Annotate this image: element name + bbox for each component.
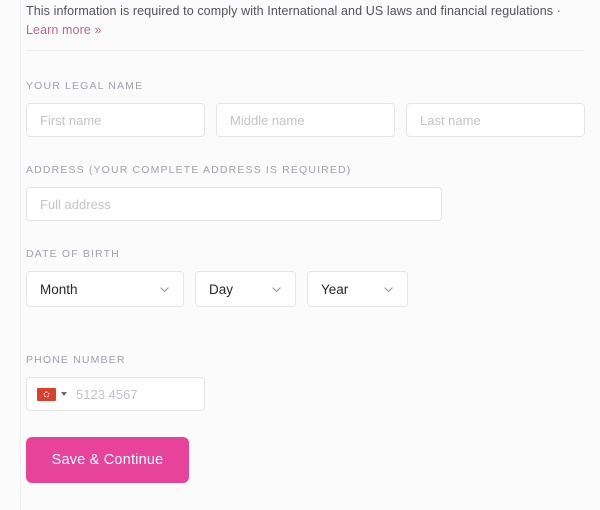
legal-name-label: YOUR LEGAL NAME — [26, 79, 584, 93]
address-label: ADDRESS (YOUR COMPLETE ADDRESS IS REQUIR… — [26, 163, 584, 177]
full-address-input[interactable] — [26, 187, 442, 221]
day-select[interactable]: Day — [195, 271, 296, 307]
country-code-selector[interactable] — [37, 388, 67, 401]
address-section: ADDRESS (YOUR COMPLETE ADDRESS IS REQUIR… — [26, 163, 584, 221]
phone-row — [26, 377, 584, 411]
form-content: This information is required to comply w… — [26, 0, 584, 483]
chevron-down-icon — [383, 284, 394, 295]
last-name-input[interactable] — [406, 103, 585, 137]
phone-section: PHONE NUMBER — [26, 353, 584, 411]
kyc-form-page: This information is required to comply w… — [0, 0, 600, 510]
date-of-birth-section: DATE OF BIRTH Month Day — [26, 247, 584, 307]
middle-name-input[interactable] — [216, 103, 395, 137]
section-divider — [26, 50, 584, 51]
save-and-continue-button[interactable]: Save & Continue — [26, 437, 189, 483]
year-select-value: Year — [321, 282, 377, 297]
chevron-down-icon — [271, 284, 282, 295]
day-select-value: Day — [209, 282, 265, 297]
compliance-notice: This information is required to comply w… — [26, 0, 584, 40]
phone-label: PHONE NUMBER — [26, 353, 584, 367]
legal-name-section: YOUR LEGAL NAME — [26, 79, 584, 137]
compliance-notice-text: This information is required to comply w… — [26, 4, 561, 18]
month-select[interactable]: Month — [26, 271, 184, 307]
chevron-down-icon — [159, 284, 170, 295]
month-select-value: Month — [40, 282, 153, 297]
card-left-border — [20, 0, 21, 510]
phone-number-input[interactable] — [67, 386, 194, 403]
date-of-birth-label: DATE OF BIRTH — [26, 247, 584, 261]
phone-input-group — [26, 377, 205, 411]
address-row — [26, 187, 584, 221]
date-of-birth-row: Month Day Year — [26, 271, 584, 307]
legal-name-row — [26, 103, 584, 137]
submit-section: Save & Continue — [26, 437, 584, 483]
first-name-input[interactable] — [26, 103, 205, 137]
year-select[interactable]: Year — [307, 271, 408, 307]
hong-kong-flag-icon — [37, 388, 56, 401]
learn-more-link[interactable]: Learn more » — [26, 21, 102, 40]
